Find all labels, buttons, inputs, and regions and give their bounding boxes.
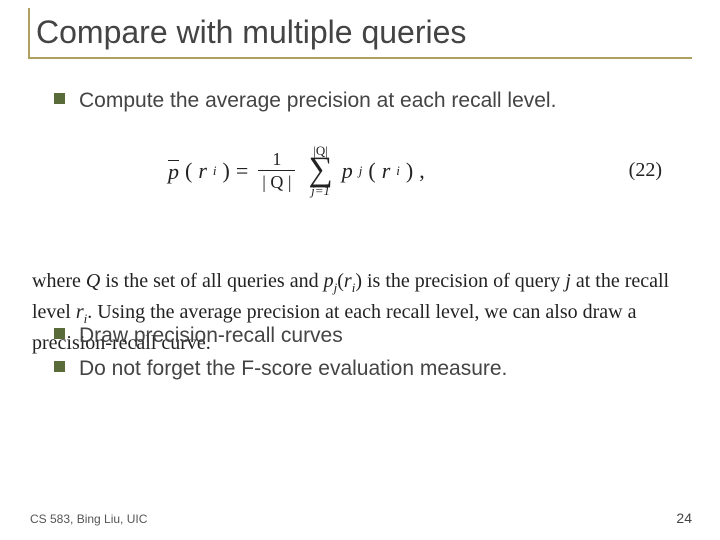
bullet-icon [54,328,65,339]
sub-j: j [359,163,363,179]
fraction: 1 | Q | [258,150,295,191]
sigma-icon: ∑ [308,155,332,186]
var-r: r [344,270,352,292]
summation: |Q| ∑ j=1 [308,144,332,197]
var-p: p [324,270,334,292]
bullet-text: Do not forget the F-score evaluation mea… [79,355,507,382]
sub-i: i [213,163,217,179]
close-paren: ) [406,158,413,184]
var-p: p [342,158,353,184]
explain-word: where [32,270,86,292]
fraction-den: | Q | [258,170,295,191]
equals: = [236,158,248,184]
var-Q: Q [86,270,100,292]
bullet-text: Draw precision-recall curves [79,322,343,349]
bullet-item: Compute the average precision at each re… [54,87,692,114]
var-r: r [76,301,84,323]
fraction-num: 1 [268,150,285,170]
lower-bullets-group: Draw precision-recall curves Do not forg… [28,322,692,383]
close-paren: ) [223,158,230,184]
bullet-text: Compute the average precision at each re… [79,87,556,114]
comma: , [419,158,425,184]
footer: CS 583, Bing Liu, UIC 24 [30,510,692,526]
pbar: p [168,160,179,182]
close-paren: ) [355,270,362,292]
sub-i: i [396,163,400,179]
explain-word: is the set of all queries and [100,270,323,292]
bullet-item: Do not forget the F-score evaluation mea… [54,355,692,382]
open-paren: ( [337,270,344,292]
equation-number: (22) [629,159,662,182]
var-r: r [382,158,391,184]
explain-word: is the precision of query [362,270,565,292]
equation-lhs: p (ri) = 1 | Q | |Q| ∑ j=1 pj (ri), [168,144,425,197]
bullet-icon [54,361,65,372]
var-r: r [198,158,207,184]
open-paren: ( [185,158,192,184]
footer-course: CS 583, Bing Liu, UIC [30,512,147,526]
equation-block: p (ri) = 1 | Q | |Q| ∑ j=1 pj (ri), (22) [28,144,692,197]
sum-lower: j=1 [311,184,330,197]
slide-title: Compare with multiple queries [28,8,692,59]
open-paren: ( [368,158,375,184]
bullet-icon [54,93,65,104]
bullet-item: Draw precision-recall curves [54,322,692,349]
slide: Compare with multiple queries Compute th… [0,0,720,540]
page-number: 24 [676,510,692,526]
